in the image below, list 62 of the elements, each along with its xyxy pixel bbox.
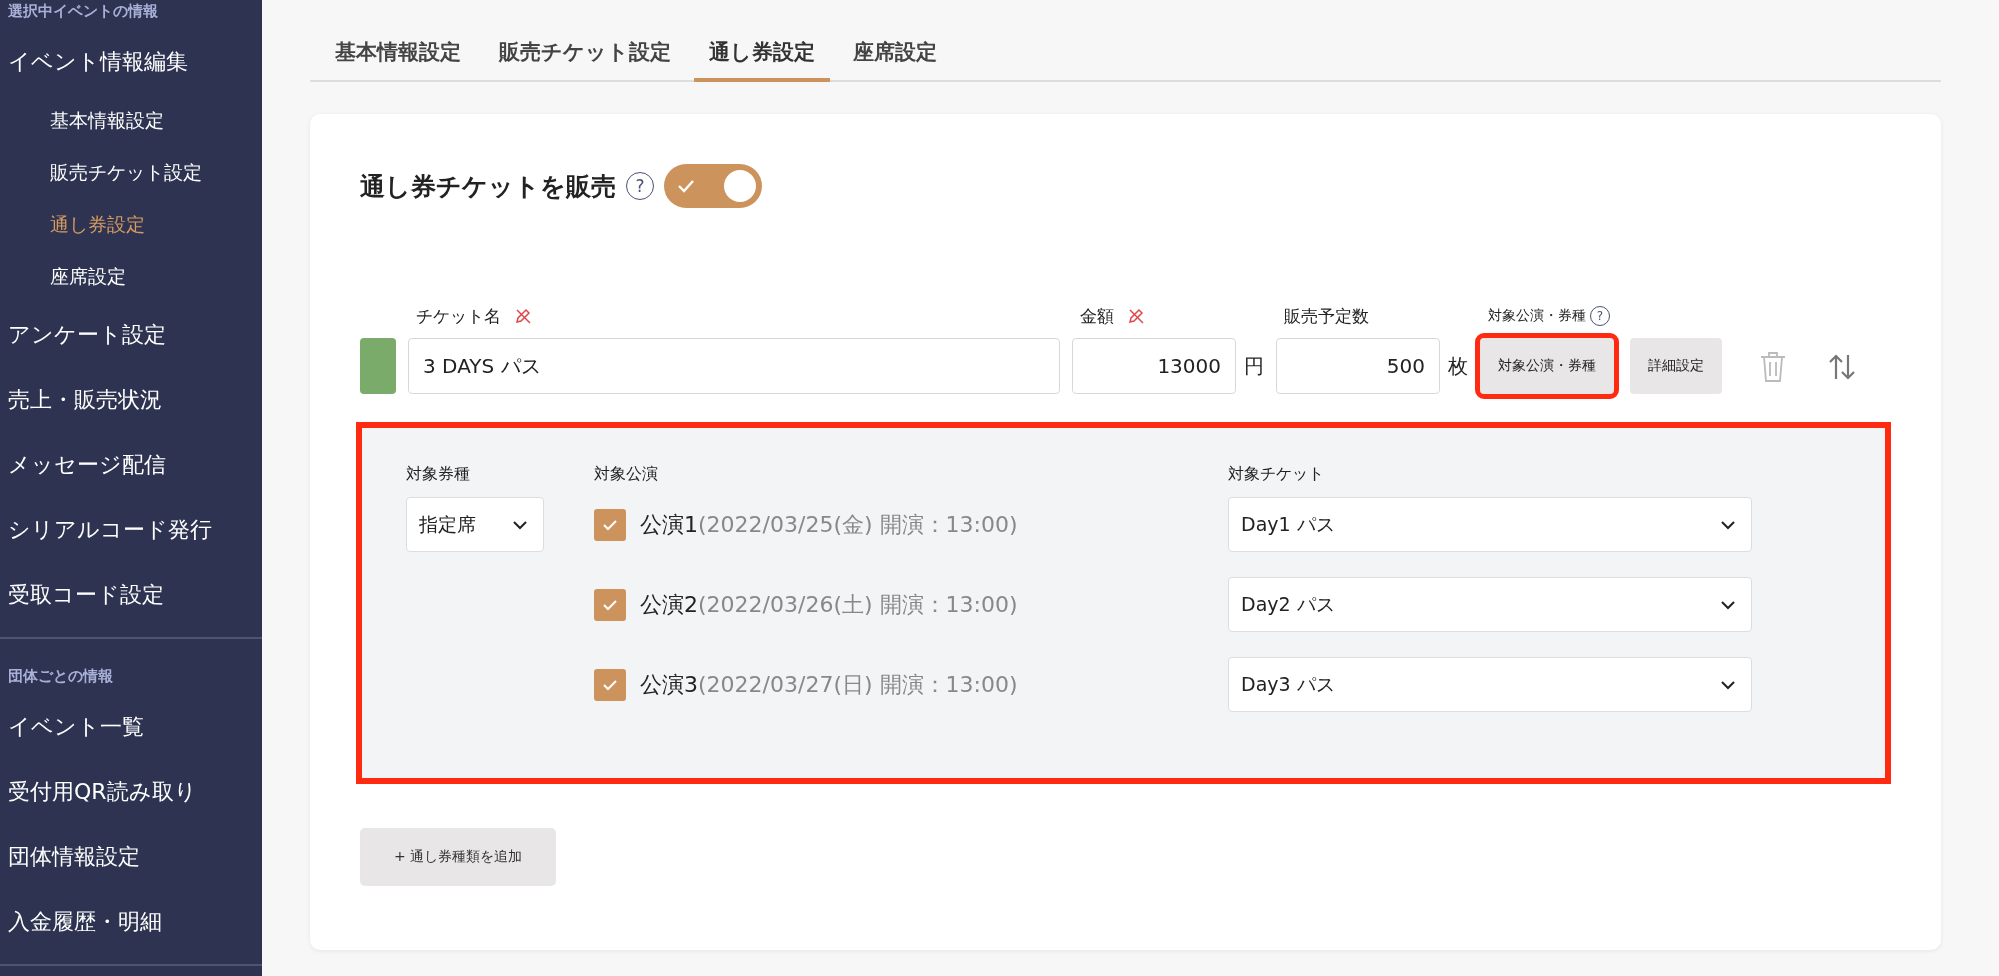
chevron-down-icon (1719, 598, 1737, 611)
field-label: 金額 (1080, 304, 1114, 328)
performance-date: (2022/03/26(土) 開演：13:00) (698, 590, 1018, 619)
field-label: 対象券種 (406, 464, 471, 485)
checkbox[interactable] (594, 668, 626, 701)
nav-item[interactable]: 団体情報設定 (0, 824, 262, 889)
checkbox[interactable] (594, 508, 626, 541)
field-label: 対象チケット (1228, 464, 1325, 485)
nav-subitem[interactable]: 座席設定 (0, 250, 262, 302)
unit-label: 円 (1244, 352, 1264, 380)
nav-item[interactable]: メッセージ配信 (0, 432, 262, 497)
nav-item[interactable]: アンケート設定 (0, 302, 262, 367)
add-pass-type-button[interactable]: + 通し券種類を追加 (360, 828, 556, 886)
check-icon (601, 597, 619, 612)
nav-subitem[interactable]: 基本情報設定 (0, 94, 262, 146)
section-heading: 選択中イベントの情報 (7, 1, 159, 22)
nav-item[interactable]: 受取コード設定 (0, 562, 262, 627)
section-title: 通し券チケットを販売 (360, 170, 616, 203)
checkbox[interactable] (594, 588, 626, 621)
quantity-field[interactable]: 500 (1276, 338, 1440, 394)
tab[interactable]: 販売チケット設定 (484, 30, 686, 82)
ticket-select[interactable]: Day1 パス (1228, 497, 1752, 552)
nav-item[interactable]: 売上・販売状況 (0, 367, 262, 432)
toggle-switch[interactable] (664, 164, 762, 208)
nav-item[interactable]: イベント情報編集 (0, 29, 262, 94)
ticket-select[interactable]: Day3 パス (1228, 657, 1752, 712)
chevron-down-icon (1719, 678, 1737, 691)
performance-name: 公演2 (640, 590, 698, 619)
tab[interactable]: 基本情報設定 (320, 30, 476, 82)
nav-subitem[interactable]: 販売チケット設定 (0, 146, 262, 198)
price-field[interactable]: 13000 (1072, 338, 1236, 394)
chevron-down-icon (1719, 518, 1737, 531)
nav-item[interactable]: 入金履歴・明細 (0, 889, 262, 954)
tab[interactable]: 通し券設定 (694, 30, 830, 82)
unit-label: 枚 (1448, 352, 1468, 380)
ticket-type-select[interactable]: 指定席 (406, 497, 544, 552)
performance-date: (2022/03/27(日) 開演：13:00) (698, 670, 1018, 699)
performance-name: 公演3 (640, 670, 698, 699)
nav-subitem[interactable]: 通し券設定 (0, 198, 262, 250)
check-icon (601, 517, 619, 532)
tab[interactable]: 座席設定 (838, 30, 952, 82)
check-icon (676, 178, 696, 194)
detail-settings-button[interactable]: 詳細設定 (1630, 338, 1722, 394)
field-label: 対象公演 (594, 464, 659, 485)
field-label: 対象公演・券種 (1488, 307, 1586, 325)
pencil-off-icon (1126, 306, 1146, 326)
color-swatch[interactable] (360, 338, 396, 394)
ticket-name-field[interactable]: 3 DAYS パス (408, 338, 1060, 394)
nav-item[interactable]: イベント一覧 (0, 694, 262, 759)
field-label: 販売予定数 (1284, 304, 1369, 328)
section-heading: 団体ごとの情報 (7, 666, 114, 687)
pencil-off-icon (513, 306, 533, 326)
ticket-select[interactable]: Day2 パス (1228, 577, 1752, 632)
trash-icon[interactable] (1758, 350, 1788, 384)
nav-item[interactable]: 受付用QR読み取り (0, 759, 262, 824)
performance-name: 公演1 (640, 510, 698, 539)
performance-date: (2022/03/25(金) 開演：13:00) (698, 510, 1018, 539)
toggle-knob (724, 170, 756, 202)
check-icon (601, 677, 619, 692)
field-label: チケット名 (416, 304, 501, 328)
chevron-down-icon (511, 518, 529, 531)
nav-item[interactable]: シリアルコード発行 (0, 497, 262, 562)
